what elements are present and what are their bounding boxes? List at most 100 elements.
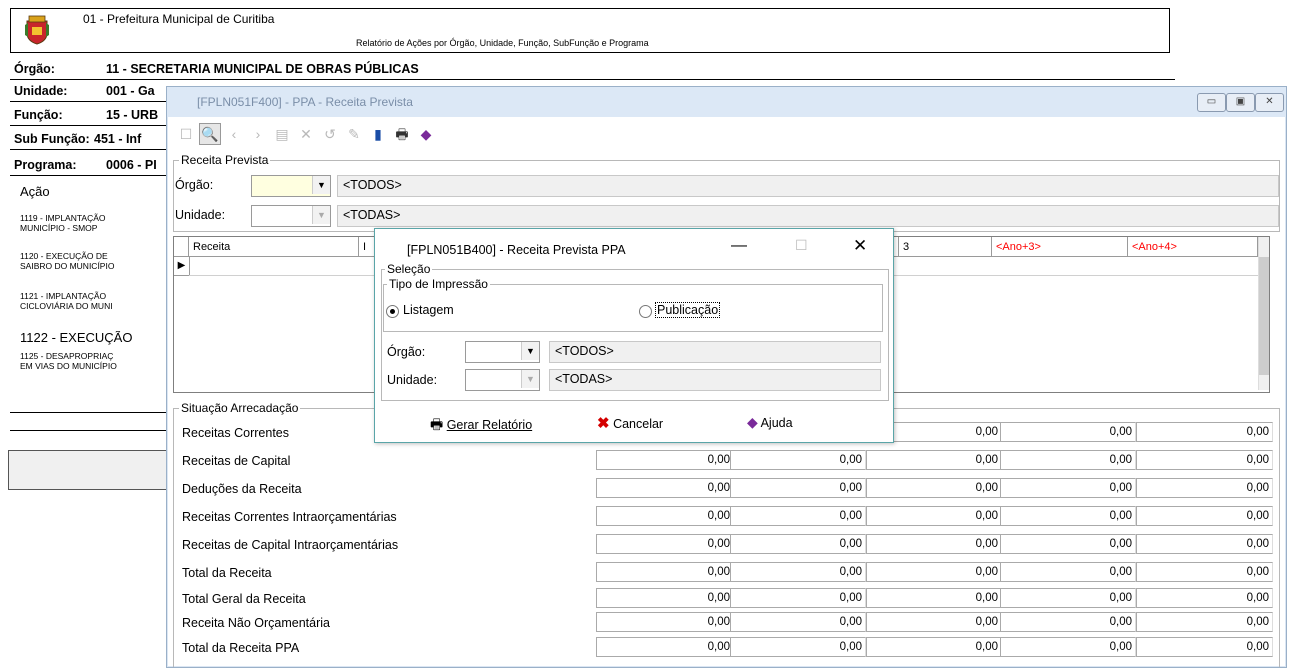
situacao-row-label: Total Geral da Receita (182, 592, 306, 606)
receita-prevista-legend: Receita Prevista (179, 153, 271, 167)
undo-icon[interactable]: ↺ (319, 123, 341, 145)
situacao-value-field: 0,00 (866, 612, 1002, 632)
grid-header-ano3[interactable]: <Ano+3> (992, 237, 1128, 257)
minimize-icon[interactable]: — (731, 237, 747, 255)
row-value: 15 - URB (106, 108, 159, 122)
grid-corner (174, 237, 189, 257)
prev-icon[interactable]: ‹ (223, 123, 245, 145)
situacao-value-field: 0,00 (1136, 637, 1273, 657)
situacao-value-field: 0,00 (730, 637, 866, 657)
row-key: Órgão: (14, 62, 55, 76)
chevron-down-icon[interactable]: ▼ (521, 370, 539, 388)
chevron-down-icon[interactable]: ▼ (521, 342, 539, 360)
grid-header[interactable]: 3 (899, 237, 992, 257)
dialog-unidade-description: <TODAS> (549, 369, 881, 391)
acao-line: EM VIAS DO MUNICÍPIO (20, 361, 117, 371)
situacao-value-field: 0,00 (866, 588, 1002, 608)
next-icon[interactable]: › (247, 123, 269, 145)
chevron-down-icon[interactable]: ▼ (312, 176, 330, 194)
situacao-value-field: 0,00 (866, 478, 1002, 498)
scrollbar-thumb[interactable] (1259, 257, 1269, 375)
acao-line: 1122 - EXECUÇÃO (20, 331, 133, 345)
situacao-value-field: 0,00 (1000, 478, 1136, 498)
situacao-value-field: 0,00 (1136, 534, 1273, 554)
situacao-value-field: 0,00 (1136, 422, 1273, 442)
gerar-relatorio-label: Gerar Relatório (446, 418, 533, 432)
dialog-title: [FPLN051B400] - Receita Prevista PPA (407, 243, 626, 257)
help-book-icon[interactable]: ◆ (415, 123, 437, 145)
situacao-value-field: 0,00 (730, 588, 866, 608)
divider (10, 412, 170, 413)
report-footer-box (8, 450, 170, 490)
window-titlebar[interactable]: [FPLN051F400] - PPA - Receita Prevista ▭… (167, 87, 1286, 117)
exit-door-icon[interactable]: ▮ (367, 123, 389, 145)
acao-line: 1125 - DESAPROPRIAÇ (20, 351, 114, 361)
situacao-row-label: Deduções da Receita (182, 482, 302, 496)
situacao-row-label: Total da Receita PPA (182, 641, 300, 655)
situacao-value-field: 0,00 (1000, 534, 1136, 554)
situacao-value-field: 0,00 (1000, 506, 1136, 526)
help-book-icon: ◆ (747, 414, 758, 430)
situacao-value-field: 0,00 (730, 612, 866, 632)
grid-scrollbar[interactable] (1258, 237, 1269, 390)
edit-icon[interactable]: ▤ (271, 123, 293, 145)
unidade-select[interactable]: ▼ (251, 205, 331, 227)
situacao-row-label: Total da Receita (182, 566, 272, 580)
grid-header-ano4[interactable]: <Ano+4> (1128, 237, 1258, 257)
unidade-label: Unidade: (175, 208, 226, 222)
listagem-radio[interactable] (386, 305, 399, 318)
maximize-icon[interactable]: ▣ (1226, 93, 1255, 112)
dialog-orgao-label: Órgão: (387, 345, 426, 359)
cancelar-button[interactable]: ✖ Cancelar (597, 414, 663, 432)
row-key: Programa: (14, 158, 77, 172)
acao-item: •1125 - DESAPROPRIAÇ EM VIAS DO MUNICÍPI… (20, 351, 160, 371)
situacao-value-field: 0,00 (730, 534, 866, 554)
situacao-row-label: Receitas de Capital (182, 454, 291, 468)
dialog-orgao-select[interactable]: ▼ (465, 341, 540, 363)
close-icon[interactable]: ✕ (1255, 93, 1284, 112)
row-key: Função: (14, 108, 63, 122)
publicacao-label[interactable]: Publicação (655, 302, 721, 318)
situacao-value-field: 0,00 (866, 506, 1002, 526)
row-value: 0006 - PI (106, 158, 157, 172)
report-subtitle: Relatório de Ações por Órgão, Unidade, F… (356, 38, 649, 48)
situacao-value-field: 0,00 (1000, 562, 1136, 582)
acao-line: CICLOVIÁRIA DO MUNI (20, 301, 113, 311)
situacao-value-field: 0,00 (596, 450, 734, 470)
close-icon[interactable]: ✕ (853, 236, 867, 256)
situacao-value-field: 0,00 (866, 562, 1002, 582)
maximize-icon[interactable]: ☐ (795, 237, 808, 254)
report-title: 01 - Prefeitura Municipal de Curitiba (83, 12, 275, 26)
situacao-value-field: 0,00 (1136, 612, 1273, 632)
grid-header-receita[interactable]: Receita (189, 237, 359, 257)
orgao-select[interactable]: ▼ (251, 175, 331, 197)
orgao-value: <TODOS> (343, 178, 402, 192)
situacao-value-field: 0,00 (596, 562, 734, 582)
cancelar-label: Cancelar (613, 417, 664, 431)
acao-label: Ação (20, 184, 50, 199)
ajuda-button[interactable]: ◆ Ajuda (747, 414, 793, 431)
situacao-value-field: 0,00 (866, 534, 1002, 554)
toolbar: ☐ 🔍 ‹ › ▤ ✕ ↺ ✎ ▮ 🖶 ◆ (175, 123, 575, 147)
row-indicator-icon: ▶ (174, 257, 190, 276)
chevron-down-icon[interactable]: ▼ (312, 206, 330, 224)
printer-icon[interactable]: 🖶 (391, 123, 413, 145)
report-row-orgao: Órgão: 11 - SECRETARIA MUNICIPAL DE OBRA… (10, 59, 1175, 80)
new-record-icon[interactable]: ☐ (175, 123, 197, 145)
search-icon[interactable]: 🔍 (199, 123, 221, 145)
save-icon[interactable]: ✎ (343, 123, 365, 145)
situacao-value-field: 0,00 (730, 478, 866, 498)
listagem-label[interactable]: Listagem (403, 303, 454, 317)
delete-icon[interactable]: ✕ (295, 123, 317, 145)
situacao-value-field: 0,00 (730, 450, 866, 470)
divider (10, 430, 170, 431)
unidade-description: <TODAS> (337, 205, 1279, 227)
dialog-unidade-select[interactable]: ▼ (465, 369, 540, 391)
situacao-value-field: 0,00 (866, 637, 1002, 657)
gerar-relatorio-button[interactable]: 🖶 Gerar Relatório (430, 414, 532, 438)
publicacao-radio[interactable] (639, 305, 652, 318)
situacao-row-label: Receita Não Orçamentária (182, 616, 330, 630)
orgao-description: <TODOS> (337, 175, 1279, 197)
situacao-value-field: 0,00 (730, 506, 866, 526)
minimize-icon[interactable]: ▭ (1197, 93, 1226, 112)
